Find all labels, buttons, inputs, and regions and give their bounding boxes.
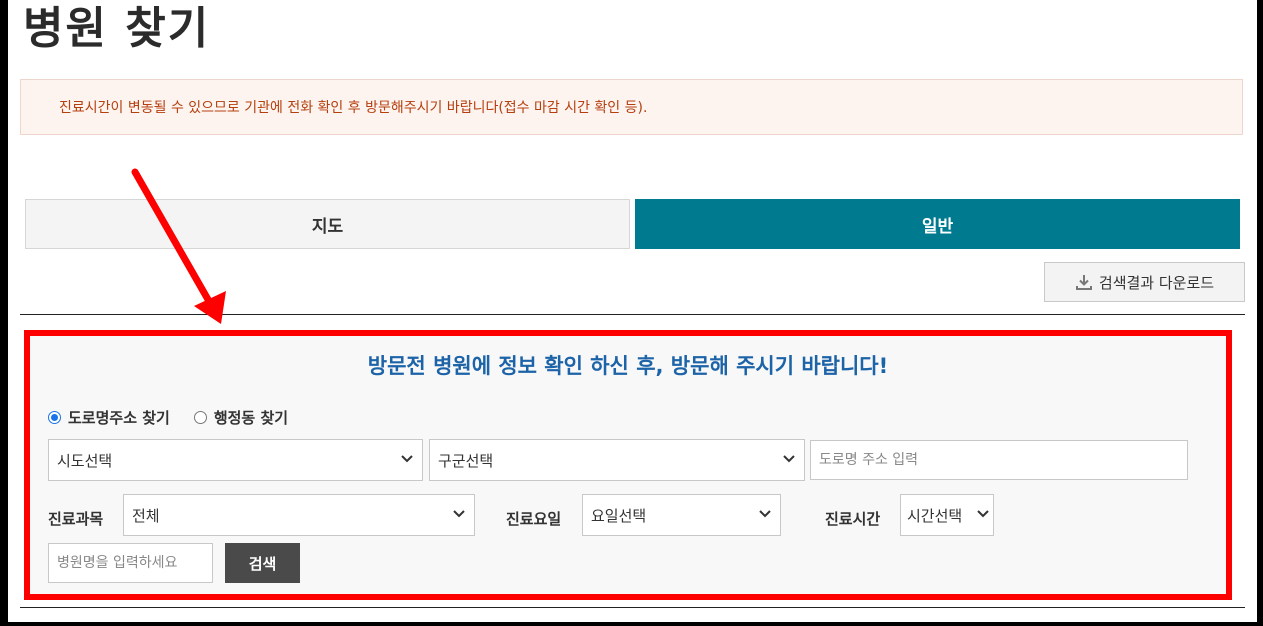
radio-road-address-label[interactable]: 도로명주소 찾기: [68, 407, 170, 428]
page: 병원 찾기 진료시간이 변동될 수 있으므로 기관에 전화 확인 후 방문해주시…: [8, 0, 1257, 622]
sido-select[interactable]: 시도선택: [48, 439, 423, 481]
chevron-down-icon: [453, 510, 465, 518]
divider: [20, 607, 1245, 608]
divider: [20, 314, 1245, 315]
gugun-select[interactable]: 구군선택: [429, 439, 805, 481]
hospital-name-input[interactable]: [48, 543, 213, 583]
notice-text: 진료시간이 변동될 수 있으므로 기관에 전화 확인 후 방문해주시기 바랍니다…: [59, 100, 648, 116]
search-button[interactable]: 검색: [225, 543, 300, 583]
chevron-down-icon: [401, 455, 413, 463]
tab-map-label: 지도: [311, 216, 344, 237]
tab-map[interactable]: 지도: [25, 199, 630, 249]
download-results-button[interactable]: 검색결과 다운로드: [1044, 262, 1245, 302]
tab-general[interactable]: 일반: [635, 199, 1240, 249]
radio-admin-dong-label[interactable]: 행정동 찾기: [214, 407, 288, 428]
radio-road-address[interactable]: [48, 411, 61, 424]
road-address-input[interactable]: [810, 440, 1188, 480]
search-headline: 방문전 병원에 정보 확인 하신 후, 방문해 주시기 바랍니다!: [367, 354, 889, 378]
chevron-down-icon: [759, 510, 771, 518]
address-type-radios: 도로명주소 찾기 행정동 찾기: [48, 407, 312, 428]
dept-select-value: 전체: [132, 506, 160, 525]
time-select-value: 시간선택: [907, 506, 963, 525]
dept-select[interactable]: 전체: [123, 494, 475, 536]
chevron-down-icon: [977, 510, 989, 518]
sido-select-value: 시도선택: [57, 451, 113, 470]
notice-banner: 진료시간이 변동될 수 있으므로 기관에 전화 확인 후 방문해주시기 바랍니다…: [20, 79, 1243, 135]
dept-label: 진료과목: [48, 510, 104, 528]
download-label: 검색결과 다운로드: [1098, 273, 1215, 292]
time-select[interactable]: 시간선택: [900, 494, 994, 536]
search-panel: 방문전 병원에 정보 확인 하신 후, 방문해 주시기 바랍니다! 도로명주소 …: [24, 330, 1232, 600]
day-select[interactable]: 요일선택: [582, 494, 781, 536]
download-icon: [1075, 275, 1092, 290]
day-select-value: 요일선택: [591, 506, 647, 525]
chevron-down-icon: [783, 455, 795, 463]
time-label: 진료시간: [825, 510, 881, 528]
tab-general-label: 일반: [921, 216, 954, 237]
page-title: 병원 찾기: [23, 3, 211, 54]
radio-admin-dong[interactable]: [193, 411, 207, 424]
gugun-select-value: 구군선택: [438, 451, 494, 470]
day-label: 진료요일: [506, 510, 562, 528]
